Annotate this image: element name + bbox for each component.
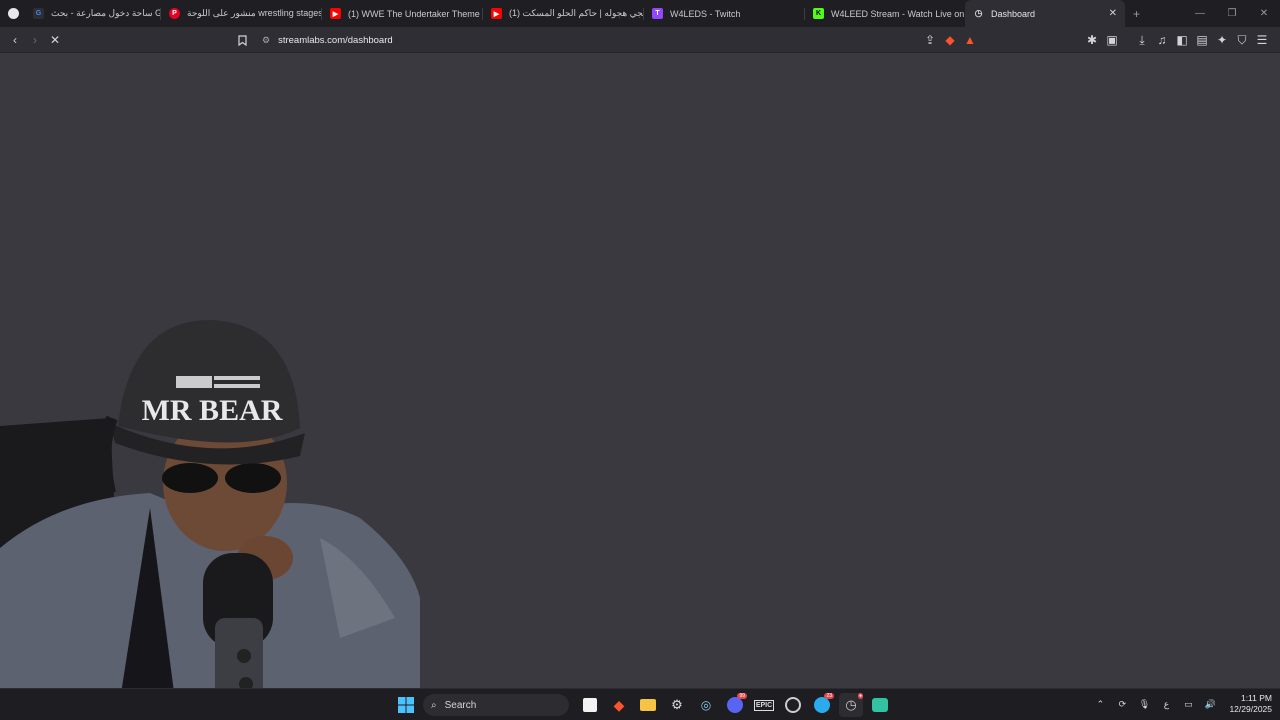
toolbar-right-icons: ✱ ▣ ⤓ ♫ ◧ ▤ ✦ ⛉ ☰ xyxy=(1082,30,1272,50)
extensions-icon[interactable]: ✱ xyxy=(1082,30,1102,50)
language-indicator[interactable]: ع xyxy=(1155,699,1177,710)
tab-label: (1) WWE The Undertaker Theme Son xyxy=(348,8,482,19)
cap-logo: MR BEAR xyxy=(142,394,283,427)
tab-youtube-khaleeji[interactable]: ▶ (1) خليجي هجوله | حاكم الحلو المسكت xyxy=(483,0,643,27)
restore-icon[interactable]: ❐ xyxy=(1216,0,1248,27)
streamlabs-icon: ◷ xyxy=(974,8,983,18)
share-icon[interactable]: ⇪ xyxy=(920,30,940,50)
twitch-icon: T xyxy=(652,8,663,19)
tab-dashboard[interactable]: ◷ Dashboard ✕ xyxy=(965,0,1125,27)
discord-icon[interactable]: 99 xyxy=(723,693,747,717)
close-window-icon[interactable]: ✕ xyxy=(1248,0,1280,27)
downloads-icon[interactable]: ⤓ xyxy=(1132,30,1152,50)
wallet-icon[interactable]: ▤ xyxy=(1192,30,1212,50)
windows-taskbar: ⌕ Search ◆ ⚙ ◎ 99 EPIC 23 ◷ ● ⌃ ⟳ 🎙 ع ▭ 🔊… xyxy=(0,688,1280,720)
youtube-icon: ▶ xyxy=(330,8,341,19)
bookmark-icon[interactable] xyxy=(232,30,252,50)
close-tab-icon[interactable]: ✕ xyxy=(1109,8,1117,19)
menu-icon[interactable]: ☰ xyxy=(1252,30,1272,50)
tab-search-icon[interactable]: ▣ xyxy=(1102,30,1122,50)
file-explorer-icon[interactable] xyxy=(636,693,660,717)
start-button[interactable] xyxy=(394,693,418,717)
kick-icon: K xyxy=(813,8,824,19)
tab-label: W4LEED Stream - Watch Live on Kick xyxy=(831,8,965,19)
obs-icon[interactable] xyxy=(781,693,805,717)
url-text: streamlabs.com/dashboard xyxy=(278,34,393,46)
search-icon: ⌕ xyxy=(431,699,437,711)
browser-menu-button[interactable] xyxy=(0,0,25,27)
system-tray: ⌃ ⟳ 🎙 ع ▭ 🔊 1:11 PM 12/29/2025 xyxy=(1089,693,1272,715)
microphone-icon[interactable]: 🎙 xyxy=(1133,699,1155,710)
leo-ai-icon[interactable]: ✦ xyxy=(1212,30,1232,50)
settings-app-icon[interactable]: ⚙ xyxy=(665,693,689,717)
tab-youtube-undertaker[interactable]: ▶ (1) WWE The Undertaker Theme Son xyxy=(322,0,482,27)
network-icon[interactable]: ▭ xyxy=(1177,699,1199,710)
stop-loading-icon[interactable]: ✕ xyxy=(45,30,65,50)
youtube-icon: ▶ xyxy=(491,8,502,19)
brave-shields-icon[interactable]: ◆ xyxy=(940,30,960,50)
forward-icon[interactable]: › xyxy=(25,30,45,50)
volume-icon[interactable]: 🔊 xyxy=(1199,699,1221,710)
minimize-icon[interactable]: — xyxy=(1184,0,1216,27)
tab-label: W4LEDS - Twitch xyxy=(670,8,741,19)
brave-logo-icon xyxy=(8,8,19,19)
clock-date: 12/29/2025 xyxy=(1229,704,1272,714)
clock-time: 1:11 PM xyxy=(1240,693,1272,703)
address-bar[interactable]: ⚙ streamlabs.com/dashboard ⇪ ◆ ▲ xyxy=(258,30,980,50)
pinterest-icon: P xyxy=(169,8,180,19)
back-icon[interactable]: ‹ xyxy=(5,30,25,50)
telegram-icon[interactable]: 23 xyxy=(810,693,834,717)
steam-icon[interactable]: ◎ xyxy=(694,693,718,717)
streamlabs-desktop-icon[interactable] xyxy=(868,693,892,717)
tab-google-search[interactable]: G ساحة دخول مصارعة - بحث Google xyxy=(25,0,160,27)
site-info-icon[interactable]: ⚙ xyxy=(262,35,270,46)
epic-games-icon[interactable]: EPIC xyxy=(752,693,776,717)
vpn-icon[interactable]: ⛉ xyxy=(1232,30,1252,50)
tab-label: (1) خليجي هجوله | حاكم الحلو المسكت xyxy=(509,8,643,18)
tab-twitch[interactable]: T W4LEDS - Twitch xyxy=(644,0,804,27)
brave-rewards-icon[interactable]: ▲ xyxy=(960,30,980,50)
streamlabs-app-icon[interactable]: ◷ ● xyxy=(839,693,863,717)
tab-label: منشور على اللوحة wrestling stages xyxy=(187,8,321,18)
media-icon[interactable]: ♫ xyxy=(1152,30,1172,50)
tab-label: Dashboard xyxy=(991,8,1036,19)
browser-toolbar: ‹ › ✕ ⚙ streamlabs.com/dashboard ⇪ ◆ ▲ ✱… xyxy=(0,27,1280,53)
sync-icon[interactable]: ⟳ xyxy=(1111,699,1133,710)
browser-tab-strip: G ساحة دخول مصارعة - بحث Google P منشور … xyxy=(0,0,1280,27)
tab-kick[interactable]: K W4LEED Stream - Watch Live on Kick xyxy=(805,0,965,27)
taskbar-search[interactable]: ⌕ Search xyxy=(423,694,569,716)
window-controls: — ❐ ✕ xyxy=(1184,0,1280,27)
taskbar-apps: ⌕ Search ◆ ⚙ ◎ 99 EPIC 23 ◷ ● xyxy=(394,693,892,717)
brave-browser-icon[interactable]: ◆ xyxy=(607,693,631,717)
google-icon: G xyxy=(33,8,44,19)
sidebar-icon[interactable]: ◧ xyxy=(1172,30,1192,50)
search-placeholder: Search xyxy=(444,699,477,711)
microsoft-store-icon[interactable] xyxy=(578,693,602,717)
chevron-up-icon[interactable]: ⌃ xyxy=(1089,699,1111,710)
tab-label: ساحة دخول مصارعة - بحث Google xyxy=(51,8,160,18)
webcam-overlay-image: MR BEAR xyxy=(0,320,420,700)
clock[interactable]: 1:11 PM 12/29/2025 xyxy=(1229,693,1272,715)
new-tab-button[interactable]: + xyxy=(1125,0,1153,27)
tab-pinterest[interactable]: P منشور على اللوحة wrestling stages xyxy=(161,0,321,27)
